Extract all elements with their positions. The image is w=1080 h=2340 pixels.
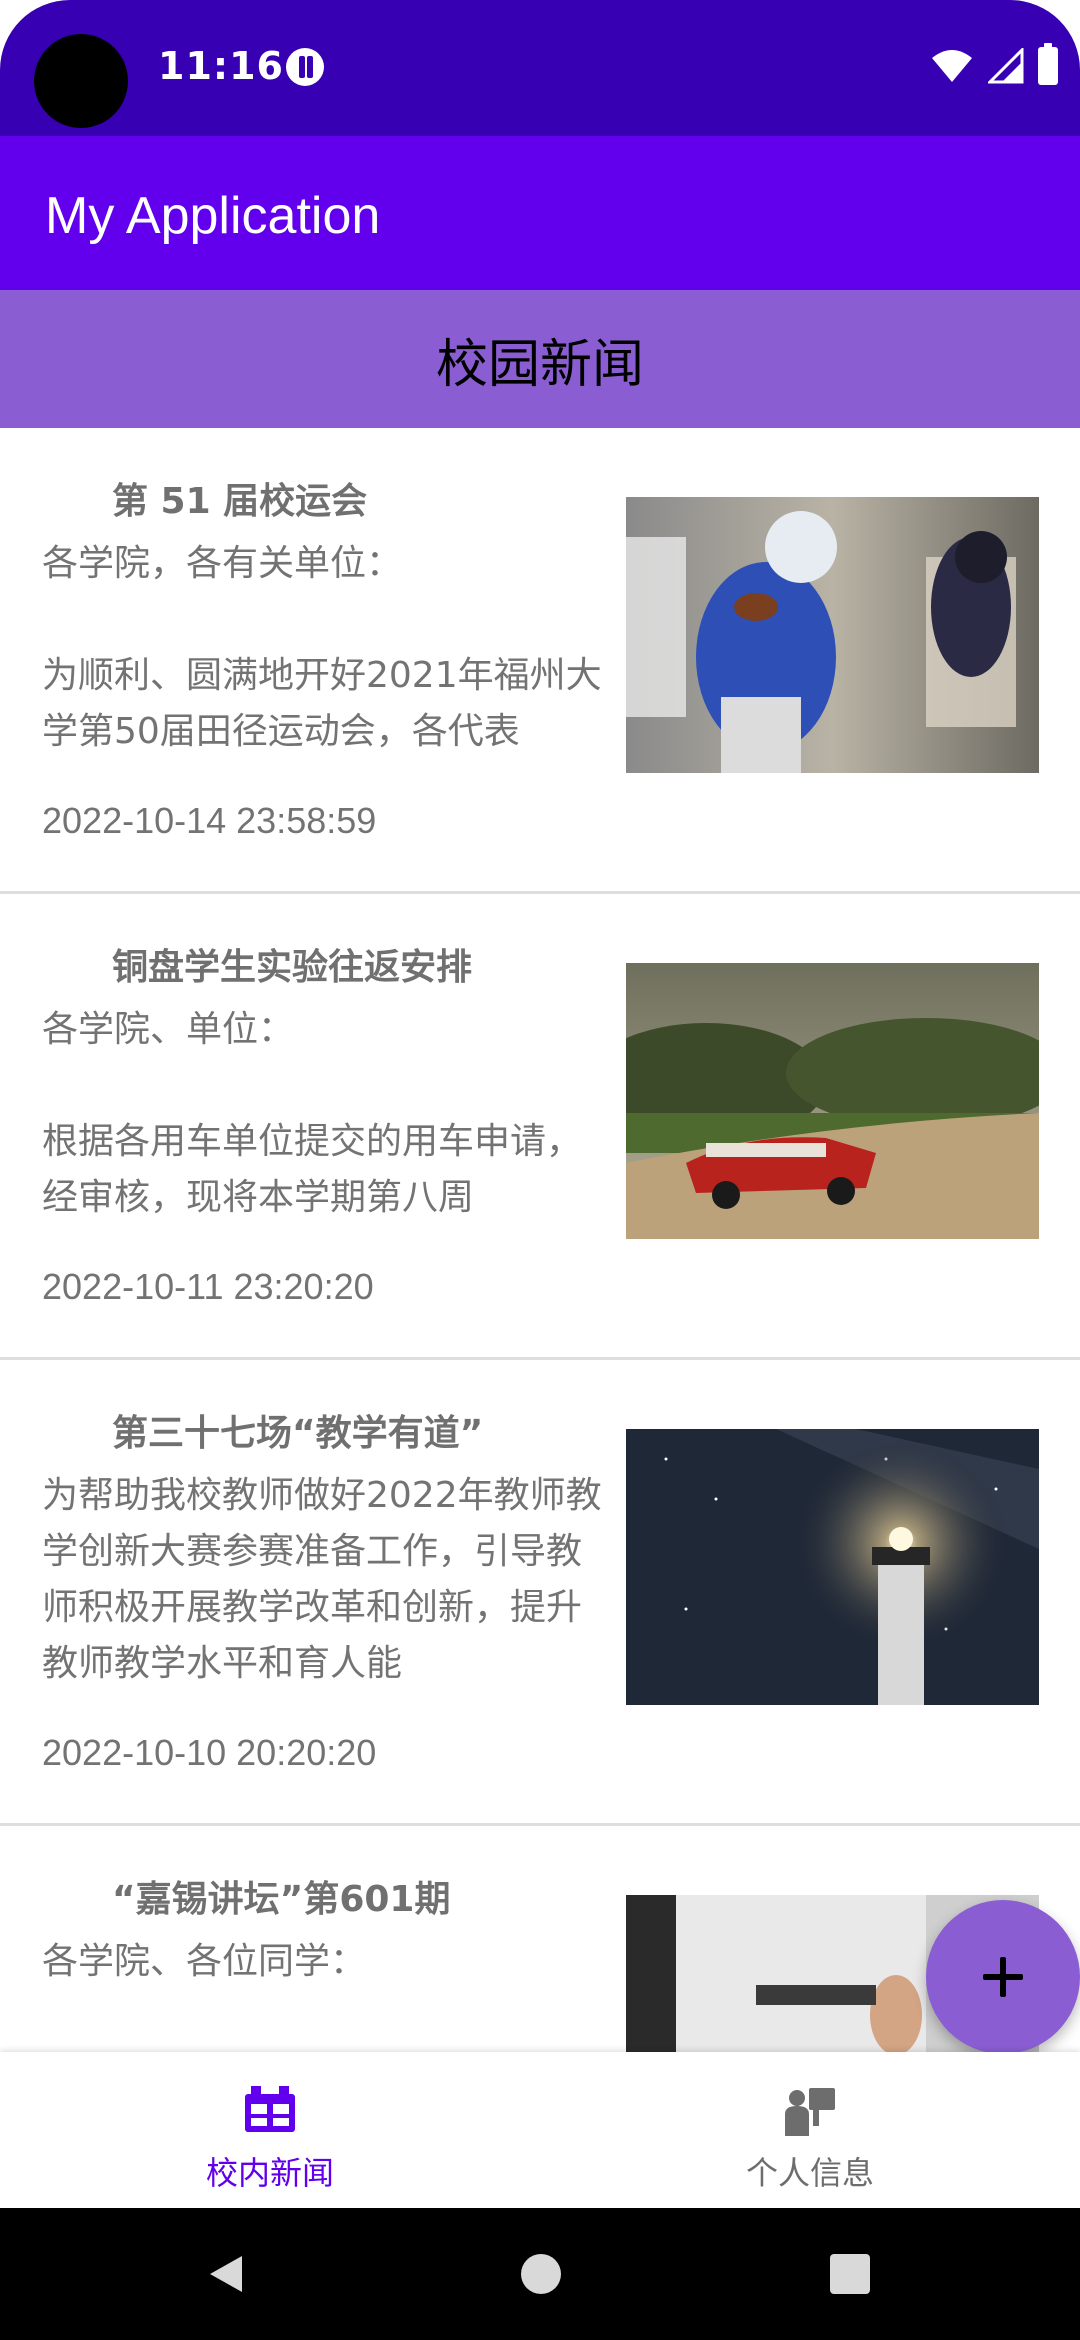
news-summary: 各学院、单位： 根据各用车单位提交的用车申请，经审核，现将本学期第八周 [42, 1009, 583, 1218]
page-header: 校园新闻 [0, 290, 1080, 428]
status-bar: 11:16 [0, 0, 1080, 136]
news-summary: 各学院、各位同学： 福州大学“嘉锡讲坛第601期讲 [42, 1941, 367, 1982]
news-summary: 各学院，各有关单位： 为顺利、圆满地开好2021年福州大学第50届田径运动会，各… [42, 543, 602, 752]
news-date: 2022-10-14 23:58:59 [42, 800, 377, 841]
news-date: 2022-10-10 20:20:20 [42, 1732, 377, 1773]
news-date: 2022-10-11 23:20:20 [42, 1266, 374, 1307]
news-thumbnail [626, 963, 1039, 1239]
app-bar: My Application [0, 136, 1080, 290]
news-item[interactable]: “嘉锡讲坛”第601期 各学院、各位同学： 福州大学“嘉锡讲坛第601期讲 [0, 1826, 1080, 2052]
news-title: 第 51 届校运会 [112, 481, 368, 522]
football-player-photo [626, 497, 1039, 773]
home-icon[interactable] [521, 2254, 561, 2294]
wifi-icon [932, 50, 972, 82]
nav-item-news[interactable]: 校内新闻 [0, 2052, 540, 2208]
news-icon [245, 2086, 295, 2132]
person-info-icon [785, 2088, 835, 2136]
status-icons [930, 43, 1058, 86]
battery-icon [1038, 43, 1058, 85]
news-thumbnail [626, 1429, 1039, 1705]
add-news-button[interactable] [926, 1900, 1080, 2054]
notification-icon [286, 48, 324, 86]
news-thumbnail [626, 497, 1039, 773]
news-list[interactable]: 第 51 届校运会 各学院，各有关单位： 为顺利、圆满地开好2021年福州大学第… [0, 428, 1080, 2052]
news-title: 铜盘学生实验往返安排 [112, 947, 473, 988]
recents-icon[interactable] [830, 2254, 870, 2294]
nav-label-news: 校内新闻 [205, 2154, 334, 2192]
plus-icon [983, 1957, 1023, 1997]
news-summary: 为帮助我校教师做好2022年教师教学创新大赛参赛准备工作，引导教师积极开展教学改… [42, 1475, 602, 1684]
app-screen: 11:16 My Application 校园新闻 第 51 届校运会 各学院，… [0, 0, 1080, 2340]
lighthouse-night-photo [626, 1429, 1039, 1705]
status-time: 11:16 [158, 44, 284, 88]
news-item[interactable]: 第三十七场“教学有道” 为帮助我校教师做好2022年教师教学创新大赛参赛准备工作… [0, 1360, 1080, 1826]
back-icon[interactable] [204, 2252, 248, 2296]
news-title: “嘉锡讲坛”第601期 [112, 1879, 451, 1920]
news-title: 第三十七场“教学有道” [112, 1413, 484, 1454]
app-title: My Application [45, 187, 381, 245]
bottom-navigation: 校内新闻 个人信息 [0, 2052, 1080, 2208]
page-title: 校园新闻 [435, 334, 644, 395]
news-item[interactable]: 铜盘学生实验往返安排 各学院、单位： 根据各用车单位提交的用车申请，经审核，现将… [0, 894, 1080, 1360]
system-navigation-bar [0, 2208, 1080, 2340]
signal-icon [988, 48, 1024, 84]
red-vintage-car-photo [626, 963, 1039, 1239]
nav-label-profile: 个人信息 [745, 2154, 874, 2192]
nav-item-profile[interactable]: 个人信息 [540, 2052, 1080, 2208]
camera-cutout [34, 34, 128, 128]
news-item[interactable]: 第 51 届校运会 各学院，各有关单位： 为顺利、圆满地开好2021年福州大学第… [0, 428, 1080, 894]
